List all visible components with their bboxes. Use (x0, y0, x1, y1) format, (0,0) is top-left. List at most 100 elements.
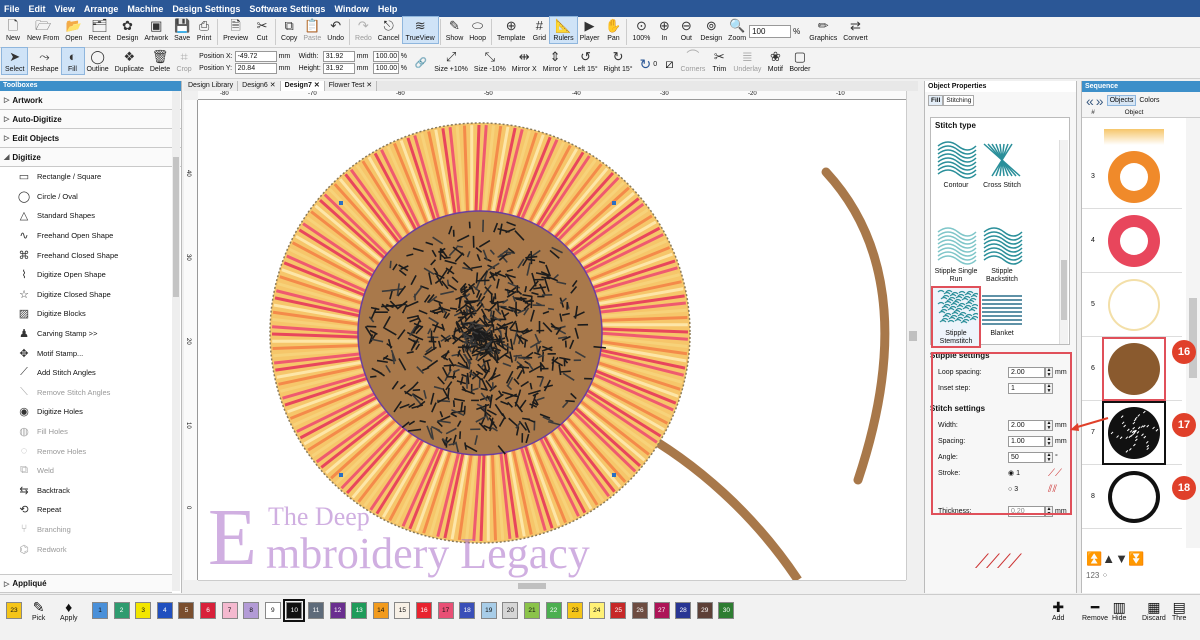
thread-swatch[interactable]: 3 (135, 602, 152, 619)
undo-button[interactable]: ↶ Undo (324, 17, 347, 43)
stitch-type-blanket[interactable]: Blanket (979, 288, 1025, 338)
size-10-button[interactable]: ⤡ Size -10% (471, 48, 509, 74)
thread-swatch[interactable]: 27 (653, 602, 670, 619)
hoop-button[interactable]: ⬭ Hoop (466, 17, 489, 43)
paste-button[interactable]: 📋 Paste (300, 17, 324, 43)
show-button[interactable]: ✎ Show (443, 17, 467, 43)
menu-machine[interactable]: Machine (127, 4, 163, 14)
thread-swatch[interactable]: 6 (200, 602, 216, 619)
graphics-button[interactable]: ✏ Graphics (806, 17, 840, 43)
reshape-button[interactable]: ⤳ Reshape (27, 48, 61, 74)
design-button[interactable]: ✿ Design (114, 17, 142, 43)
doc-tab-design-library[interactable]: Design Library (184, 81, 239, 91)
tool-carving-stamp[interactable]: ♟ Carving Stamp >> (0, 324, 181, 344)
pan-button[interactable]: ✋ Pan (602, 17, 624, 43)
thre-button[interactable]: ▤ Thre (1172, 599, 1186, 622)
thread-swatch[interactable]: 15 (394, 602, 411, 619)
delete-button[interactable]: 🗑 Delete (147, 48, 173, 74)
out-button[interactable]: ⊖ Out (675, 17, 697, 43)
thread-swatch[interactable]: 19 (480, 602, 497, 619)
thread-swatch[interactable]: 26 (632, 602, 648, 619)
gallery-scrollbar[interactable] (1059, 140, 1068, 344)
remove-button[interactable]: ━ Remove (1082, 599, 1108, 622)
size-w-input[interactable]: 31.92 (322, 51, 355, 62)
thread-swatch[interactable]: 18 (459, 602, 476, 619)
outline-button[interactable]: ◯ Outline (84, 48, 112, 74)
scroll-thumb[interactable] (909, 331, 917, 341)
underlay-button[interactable]: ≣ Underlay (730, 48, 764, 74)
border-button[interactable]: ▢ Border (786, 48, 813, 74)
template-button[interactable]: ⊕ Template (494, 17, 528, 43)
move-down-icon[interactable]: ▼ (1115, 551, 1128, 566)
close-tab-icon[interactable]: ✕ (268, 82, 276, 89)
stitch-type-stipple-stemstitch[interactable]: Stipple Stemstitch (931, 286, 981, 348)
size-h-input[interactable]: 31.92 (322, 63, 355, 74)
scroll-thumb[interactable] (518, 583, 546, 589)
thread-swatch[interactable]: 11 (308, 602, 324, 619)
design-canvas[interactable]: E The Deep mbroidery Legacy (198, 100, 906, 580)
new-from-button[interactable]: 🗁 New From (24, 17, 62, 43)
thread-swatch[interactable]: 14 (372, 602, 389, 619)
tool-digitize-open-shape[interactable]: ⌇ Digitize Open Shape (0, 265, 181, 285)
size-w-percent-input[interactable]: 100.00 (372, 51, 399, 62)
new-button[interactable]: 🗋 New (2, 17, 24, 43)
section-digitize[interactable]: ◢ Digitize (0, 148, 181, 167)
add-button[interactable]: ✚ Add (1052, 599, 1064, 622)
thread-swatch[interactable]: 23 (567, 602, 584, 619)
size-10-button[interactable]: ⤢ Size +10% (431, 48, 471, 74)
apply-button[interactable]: ♦ Apply (60, 599, 78, 622)
sequence-row-partial[interactable] (1104, 129, 1164, 145)
thread-swatch[interactable]: 20 (502, 602, 519, 619)
tool-freehand-closed-shape[interactable]: ⌘ Freehand Closed Shape (0, 245, 181, 265)
stitch-type-stipple-single-run[interactable]: Stipple Single Run (933, 226, 979, 284)
size-h-percent-input[interactable]: 100.00 (372, 63, 399, 74)
lock-proportions-icon[interactable]: 🔗 (415, 58, 427, 69)
grid-button[interactable]: # Grid (528, 17, 550, 43)
section-applique[interactable]: ▷ Appliqué (0, 574, 172, 593)
in-button[interactable]: ⊕ In (653, 17, 675, 43)
mirror-x-button[interactable]: ⇹ Mirror X (509, 48, 540, 74)
cut-button[interactable]: ✂ Cut (251, 17, 273, 43)
thread-swatch[interactable]: 22 (545, 602, 562, 619)
thread-swatch[interactable]: 8 (243, 602, 260, 619)
trueview-button[interactable]: ≋ TrueView (401, 16, 439, 44)
tool-backtrack[interactable]: ⇆ Backtrack (0, 481, 181, 501)
duplicate-button[interactable]: ❖ Duplicate (112, 48, 147, 74)
stitch-type-cross-stitch[interactable]: Cross Stitch (979, 140, 1025, 190)
crop-button[interactable]: ⌗ Crop (173, 48, 195, 74)
redo-button[interactable]: ↷ Redo (352, 17, 375, 43)
hide-button[interactable]: ▥ Hide (1112, 599, 1126, 622)
artwork-button[interactable]: ▣ Artwork (141, 17, 171, 43)
tool-remove-stitch-angles[interactable]: ⟍ Remove Stitch Angles (0, 383, 181, 403)
toolboxes-scrollbar[interactable] (172, 91, 180, 591)
move-up-icon[interactable]: ▲ (1102, 551, 1115, 566)
thread-swatch[interactable]: 25 (610, 602, 627, 619)
thread-swatch[interactable]: 16 (416, 602, 432, 619)
tab-objects[interactable]: Objects (1106, 95, 1137, 106)
menu-file[interactable]: File (4, 4, 20, 14)
menu-edit[interactable]: Edit (29, 4, 46, 14)
stitch-type-contour[interactable]: Contour (933, 140, 979, 190)
thread-swatch[interactable]: 4 (156, 602, 173, 619)
position-y-input[interactable]: 20.84 (234, 63, 277, 74)
right-15-button[interactable]: ↻ Right 15° (601, 48, 636, 74)
player-button[interactable]: ▶ Player (577, 17, 603, 43)
canvas-vertical-scrollbar[interactable] (906, 91, 918, 580)
menu-window[interactable]: Window (334, 4, 368, 14)
corners-button[interactable]: ⌒ Corners (677, 48, 708, 74)
selection-handle[interactable] (339, 473, 343, 477)
canvas-horizontal-scrollbar[interactable] (198, 580, 906, 591)
thread-swatch[interactable]: 10 (283, 599, 306, 622)
recent-button[interactable]: 🗂 Recent (85, 17, 113, 43)
thread-swatch[interactable]: 30 (718, 602, 735, 619)
copy-button[interactable]: ⧉ Copy (278, 17, 300, 43)
thread-swatch[interactable]: 1 (92, 602, 108, 619)
thread-swatch[interactable]: 12 (329, 602, 346, 619)
sequence-row[interactable]: 6 (1082, 336, 1182, 401)
scroll-thumb[interactable] (173, 157, 179, 297)
tool-digitize-blocks[interactable]: ▨ Digitize Blocks (0, 304, 181, 324)
thread-swatch[interactable]: 24 (588, 602, 605, 619)
tool-remove-holes[interactable]: ◌ Remove Holes (0, 441, 181, 461)
move-first-icon[interactable]: ⏫ (1086, 551, 1102, 566)
save-button[interactable]: 💾 Save (171, 17, 193, 43)
